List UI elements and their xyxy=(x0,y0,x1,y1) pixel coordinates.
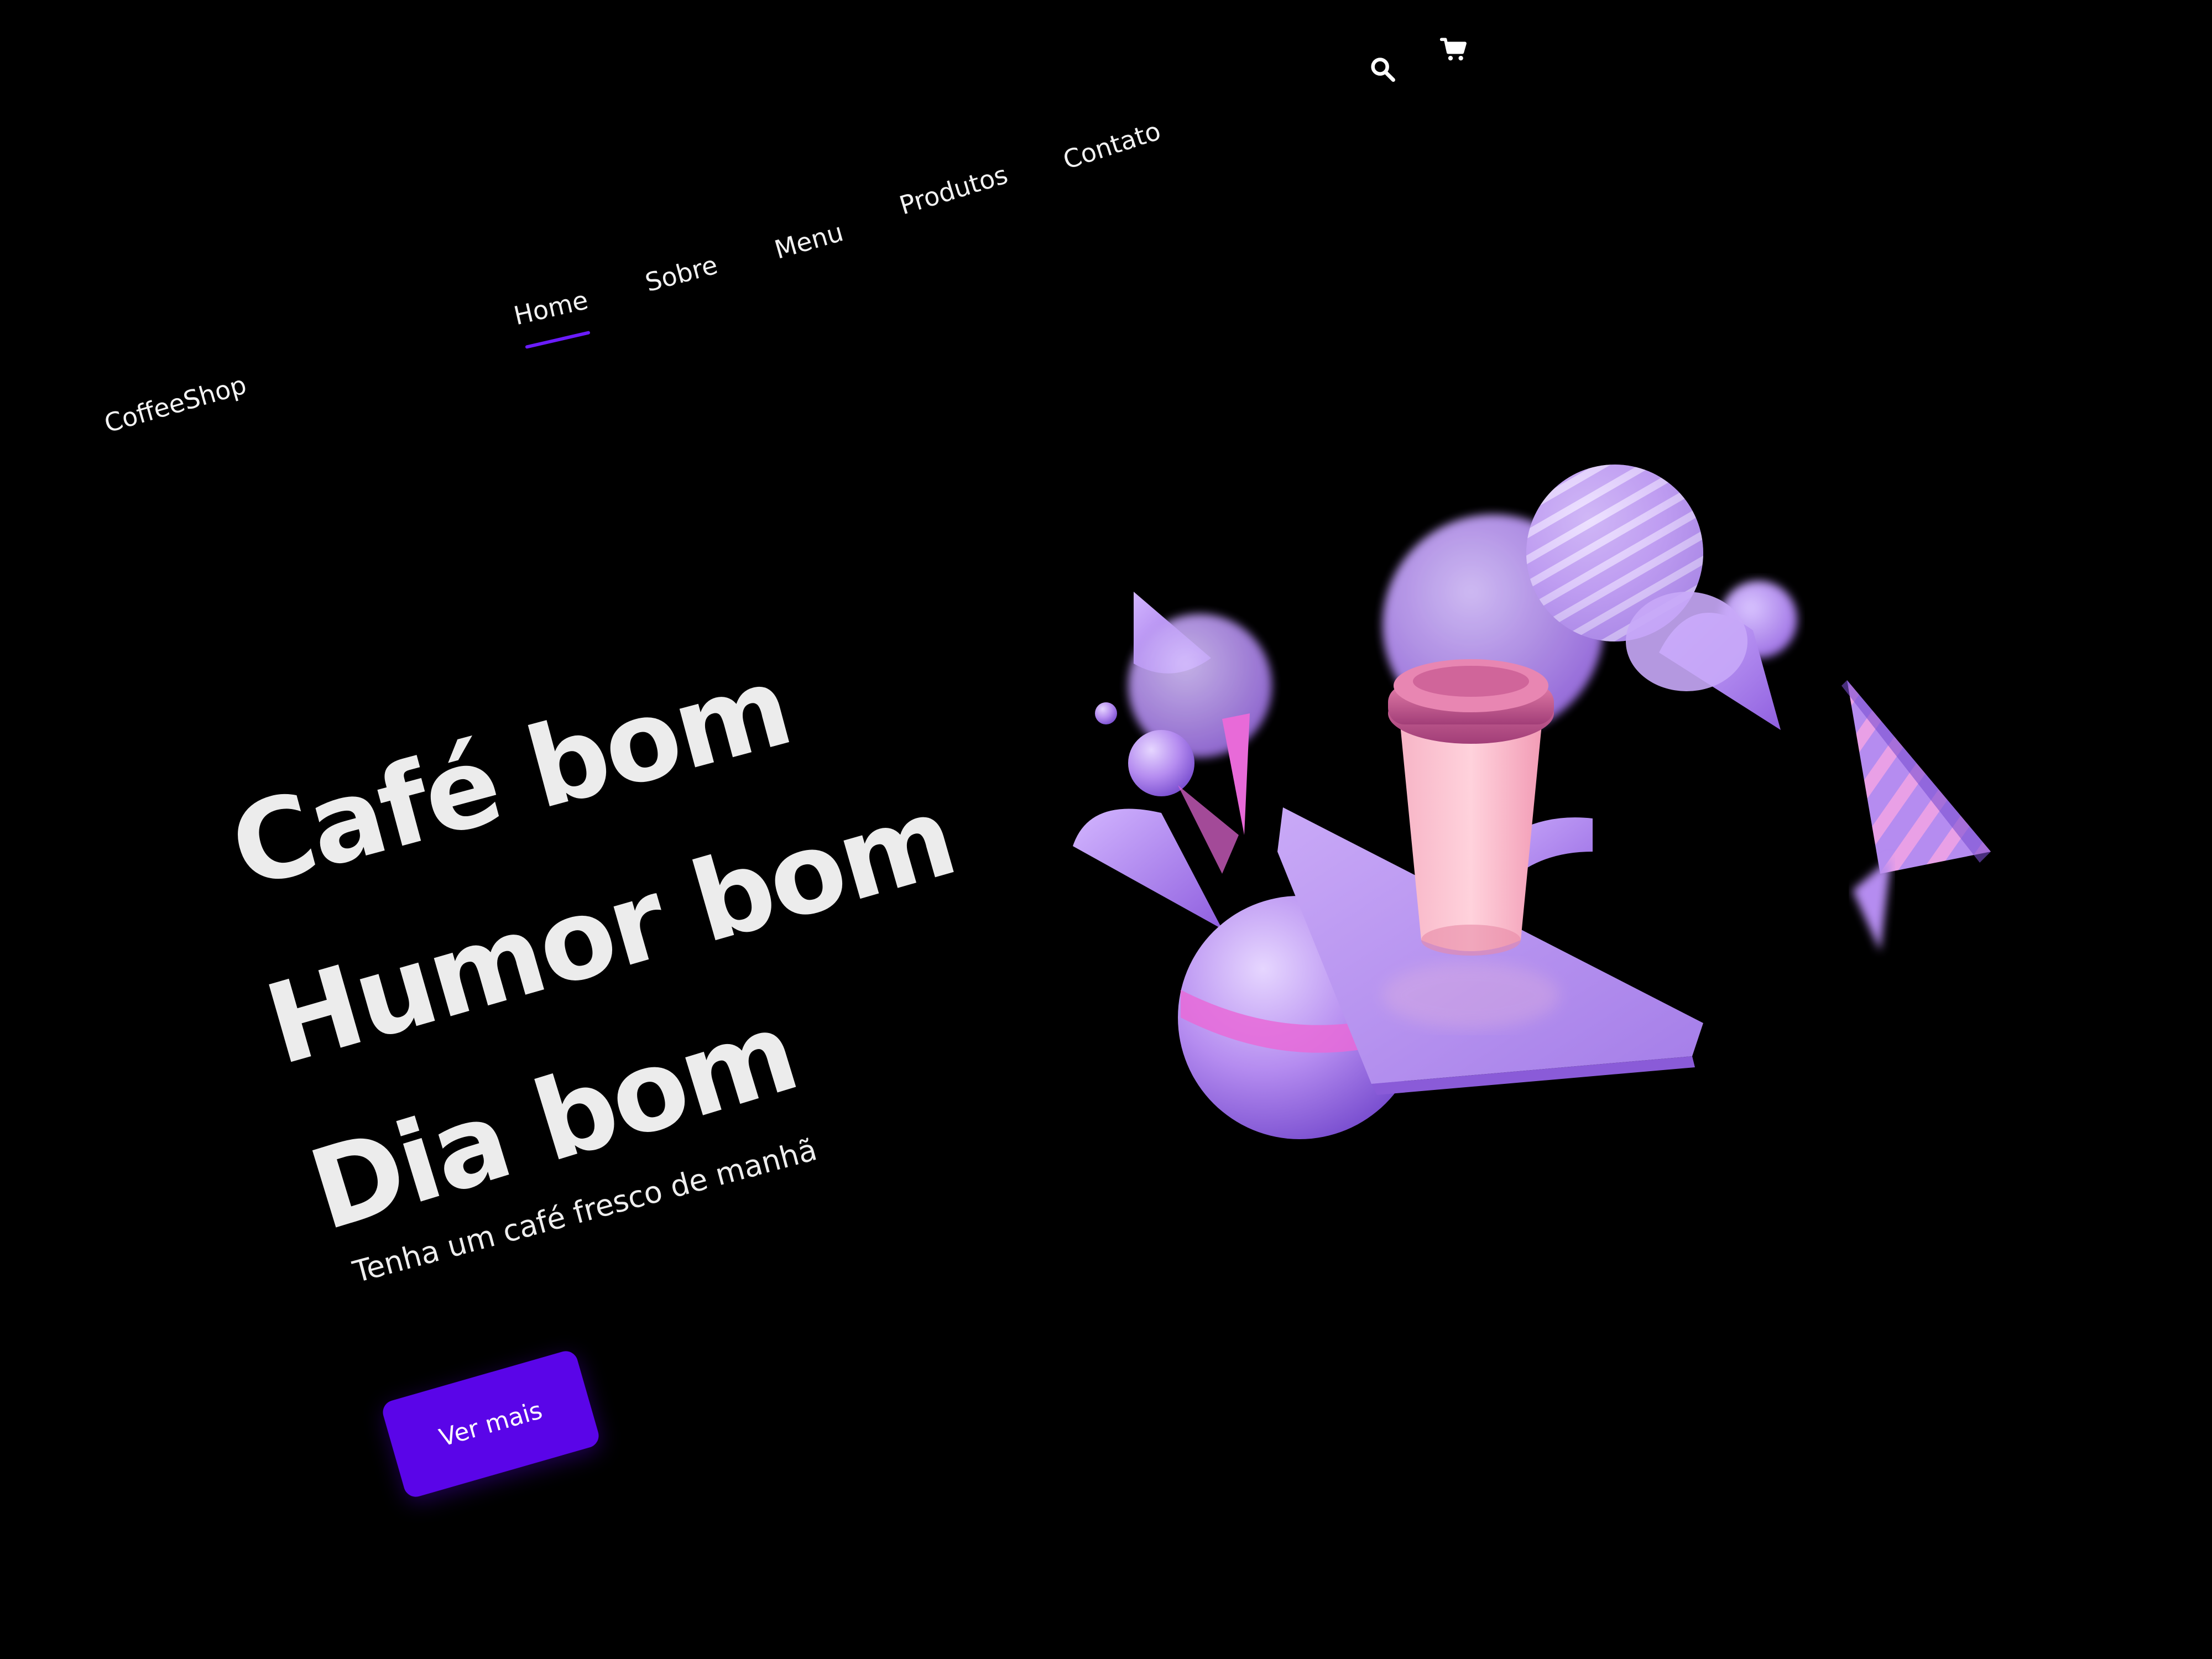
cart-button[interactable] xyxy=(1435,30,1474,69)
nav-item-sobre[interactable]: Sobre xyxy=(642,250,721,298)
search-icon xyxy=(1371,58,1395,82)
nav-active-indicator xyxy=(525,331,591,349)
hero-illustration xyxy=(1073,465,1991,1139)
search-button[interactable] xyxy=(1363,50,1402,88)
logo[interactable]: CoffeeShop xyxy=(101,369,250,439)
nav-item-produtos[interactable]: Produtos xyxy=(896,159,1011,221)
nav-item-home[interactable]: Home xyxy=(511,285,591,331)
cart-icon xyxy=(1439,38,1467,61)
nav-item-menu[interactable]: Menu xyxy=(771,217,847,265)
nav-item-contato[interactable]: Contato xyxy=(1060,116,1165,175)
ver-mais-button[interactable]: Ver mais xyxy=(380,1348,602,1500)
